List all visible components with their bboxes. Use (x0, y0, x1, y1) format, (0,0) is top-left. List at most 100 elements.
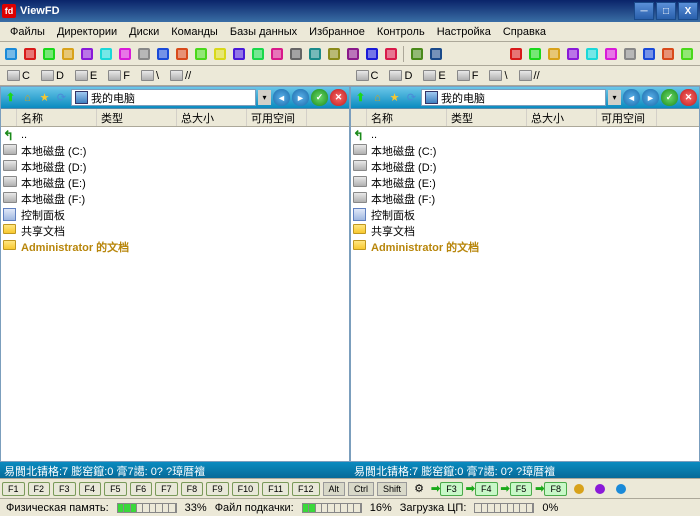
refresh-icon[interactable]: ⟳ (54, 90, 69, 105)
col-类型[interactable]: 类型 (447, 109, 527, 126)
fkey-F5[interactable]: F5 (104, 482, 127, 496)
floppy-icon[interactable] (564, 45, 582, 63)
drive-C[interactable]: C (2, 68, 35, 84)
drive-F[interactable]: F (103, 68, 135, 84)
drive-F[interactable]: F (452, 68, 484, 84)
folder-open-icon[interactable] (526, 45, 544, 63)
properties-icon[interactable] (325, 45, 343, 63)
maximize-btn[interactable]: □ (656, 2, 676, 20)
copy-icon[interactable] (173, 45, 191, 63)
search-icon[interactable] (507, 45, 525, 63)
drive-\[interactable]: \ (136, 68, 164, 84)
dropdown-arrow[interactable]: ▾ (608, 90, 621, 105)
menu-Команды[interactable]: Команды (165, 24, 224, 39)
fkey-F3[interactable]: F3 (53, 482, 76, 496)
calc-icon[interactable] (363, 45, 381, 63)
col-类型[interactable]: 类型 (97, 109, 177, 126)
list-item[interactable]: 控制面板 (1, 207, 349, 223)
back-arrow-icon[interactable] (135, 45, 153, 63)
home-icon[interactable]: ⌂ (20, 90, 35, 105)
video-icon[interactable] (249, 45, 267, 63)
paint-icon[interactable] (640, 45, 658, 63)
home-icon[interactable]: ⌂ (370, 90, 385, 105)
fkey-F7[interactable]: F7 (155, 482, 178, 496)
fkey-green-F8[interactable]: F8 (544, 482, 567, 496)
col-可用空间[interactable]: 可用空间 (247, 109, 307, 126)
list-item[interactable]: Administrator 的文档 (351, 239, 699, 255)
clipboard-icon[interactable] (602, 45, 620, 63)
up-icon[interactable]: ⬆ (3, 90, 18, 105)
list-item[interactable]: ↰.. (351, 127, 699, 143)
book-icon[interactable] (659, 45, 677, 63)
fkey-F1[interactable]: F1 (2, 482, 25, 496)
view-list-icon[interactable] (2, 45, 20, 63)
list-item[interactable]: 控制面板 (351, 207, 699, 223)
col-总大小[interactable]: 总大小 (177, 109, 247, 126)
lock-icon[interactable] (545, 45, 563, 63)
star-icon[interactable]: ★ (387, 90, 402, 105)
nav-back[interactable]: ◄ (273, 89, 290, 106)
ie-icon[interactable] (678, 45, 696, 63)
menu-Настройка[interactable]: Настройка (431, 24, 497, 39)
list-item[interactable]: 本地磁盘 (C:) (351, 143, 699, 159)
menu-Базы данных[interactable]: Базы данных (224, 24, 303, 39)
fkey-F12[interactable]: F12 (292, 482, 320, 496)
shield-icon[interactable] (382, 45, 400, 63)
letter-b-icon[interactable] (97, 45, 115, 63)
mod-Ctrl[interactable]: Ctrl (348, 482, 374, 496)
globe-icon[interactable] (427, 45, 445, 63)
brush-icon[interactable] (408, 45, 426, 63)
list-item[interactable]: 共享文档 (1, 223, 349, 239)
mod-Shift[interactable]: Shift (377, 482, 407, 496)
chart-icon[interactable] (612, 480, 630, 498)
nav-refresh[interactable]: ✓ (311, 89, 328, 106)
doc-icon[interactable] (583, 45, 601, 63)
view-detail-icon[interactable] (59, 45, 77, 63)
nav-refresh[interactable]: ✓ (661, 89, 678, 106)
nav-close[interactable]: ✕ (330, 89, 347, 106)
refresh-icon[interactable]: ⟳ (404, 90, 419, 105)
menu-Справка[interactable]: Справка (497, 24, 552, 39)
edit-icon[interactable] (621, 45, 639, 63)
col-总大小[interactable]: 总大小 (527, 109, 597, 126)
nav-close[interactable]: ✕ (680, 89, 697, 106)
close-btn[interactable]: X (678, 2, 698, 20)
up-icon[interactable]: ⬆ (353, 90, 368, 105)
mod-Alt[interactable]: Alt (323, 482, 346, 496)
list-item[interactable]: 本地磁盘 (E:) (1, 175, 349, 191)
nav-fwd[interactable]: ► (642, 89, 659, 106)
fkey-F8[interactable]: F8 (181, 482, 204, 496)
list-item[interactable]: 共享文档 (351, 223, 699, 239)
fkey-F11[interactable]: F11 (262, 482, 289, 496)
list-item[interactable]: 本地磁盘 (F:) (351, 191, 699, 207)
fkey-F4[interactable]: F4 (79, 482, 102, 496)
view-thumb-icon[interactable] (40, 45, 58, 63)
list-item[interactable]: 本地磁盘 (D:) (351, 159, 699, 175)
cut-icon[interactable] (154, 45, 172, 63)
drive-D[interactable]: D (384, 68, 417, 84)
fkey-F6[interactable]: F6 (130, 482, 153, 496)
drive-\[interactable]: \ (484, 68, 512, 84)
letter-a-icon[interactable] (78, 45, 96, 63)
file-list[interactable]: ↰..本地磁盘 (C:)本地磁盘 (D:)本地磁盘 (E:)本地磁盘 (F:)控… (351, 127, 699, 461)
nav-back[interactable]: ◄ (623, 89, 640, 106)
list-item[interactable]: Administrator 的文档 (1, 239, 349, 255)
users-icon[interactable] (570, 480, 588, 498)
history-icon[interactable] (116, 45, 134, 63)
drive-C[interactable]: C (351, 68, 384, 84)
path-dropdown[interactable]: 我的电脑 (71, 89, 256, 106)
col-可用空间[interactable]: 可用空间 (597, 109, 657, 126)
note-icon[interactable] (211, 45, 229, 63)
drive-D[interactable]: D (36, 68, 69, 84)
columns-icon[interactable] (287, 45, 305, 63)
menu-Избранное[interactable]: Избранное (303, 24, 371, 39)
list-item[interactable]: 本地磁盘 (F:) (1, 191, 349, 207)
col-名称[interactable]: 名称 (17, 109, 97, 126)
fkey-green-F4[interactable]: F4 (475, 482, 498, 496)
drive-//[interactable]: // (165, 68, 196, 84)
path-dropdown[interactable]: 我的电脑 (421, 89, 606, 106)
disk-icon[interactable] (591, 480, 609, 498)
gear-icon[interactable]: ⚙ (410, 480, 428, 498)
list-item[interactable]: ↰.. (1, 127, 349, 143)
view-split-icon[interactable] (21, 45, 39, 63)
